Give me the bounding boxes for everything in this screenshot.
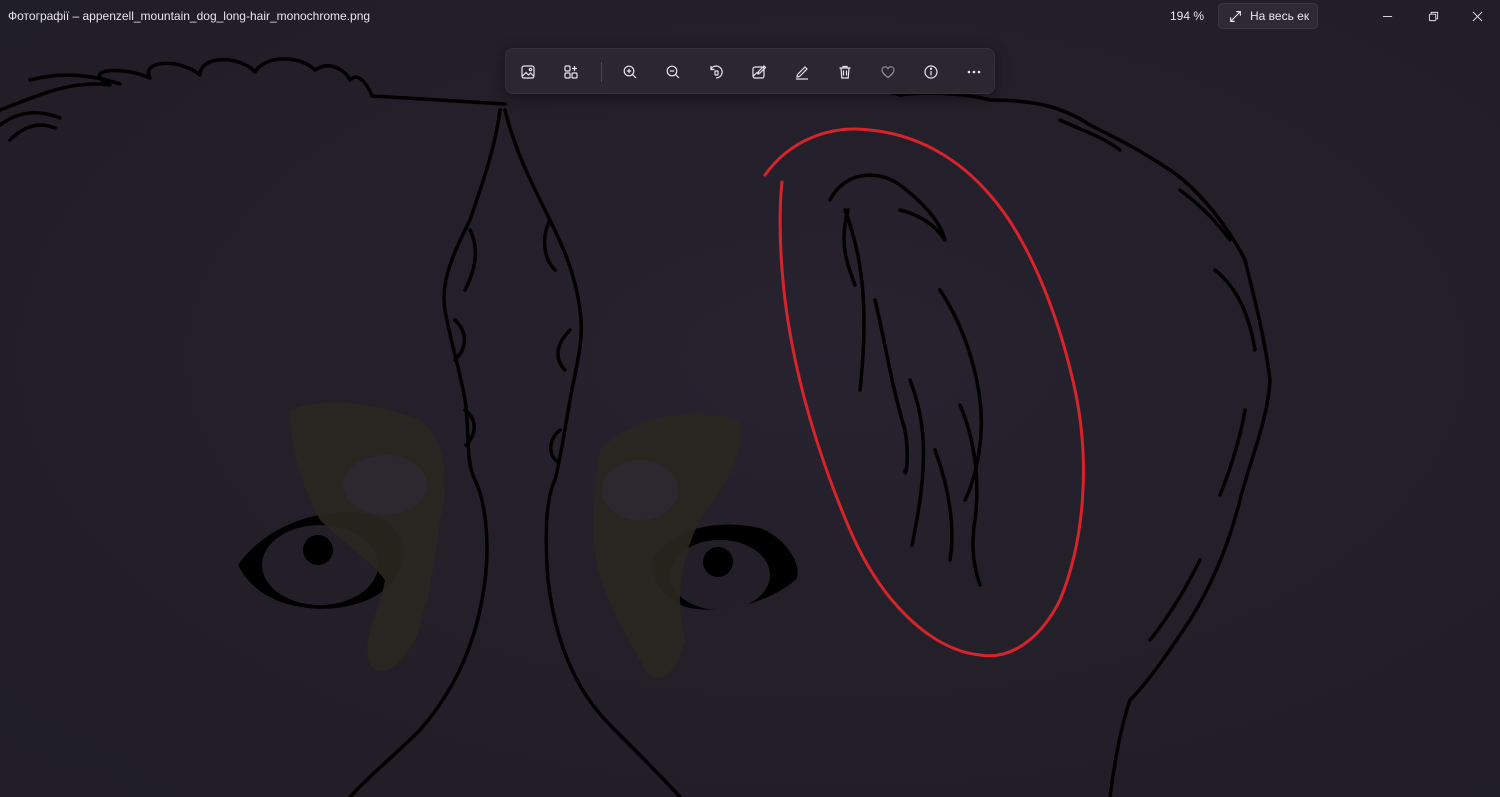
window-title: Фотографії – appenzell_mountain_dog_long… [8,9,371,23]
zoom-in-icon [623,65,637,79]
more-options-button[interactable] [958,56,990,88]
expand-icon [1230,10,1241,22]
restore-icon [1428,11,1438,21]
fullscreen-label: На весь ек [1250,9,1310,23]
zoom-out-button[interactable] [657,56,689,88]
more-icon [967,70,981,74]
add-to-album-button[interactable] [555,56,587,88]
image-canvas[interactable] [0,0,1500,797]
photos-app-window: Фотографії – appenzell_mountain_dog_long… [0,0,1500,797]
delete-button[interactable] [829,56,861,88]
zoom-out-icon [666,65,680,79]
zoom-in-button[interactable] [614,56,646,88]
draw-button[interactable] [786,56,818,88]
close-icon [1472,11,1482,21]
image-toolbar [505,48,995,94]
edit-image-icon [752,65,767,79]
image-icon [521,65,535,79]
toolbar-separator [601,62,602,82]
trash-icon [839,65,851,79]
minimize-icon [1382,15,1392,17]
zoom-level[interactable]: 194 % [1160,9,1204,23]
grid-add-icon [564,65,578,79]
fullscreen-button[interactable]: На весь ек [1218,3,1318,29]
minimize-button[interactable] [1364,0,1410,32]
dog-line-art [0,57,1272,797]
view-original-button[interactable] [512,56,544,88]
edit-image-button[interactable] [743,56,775,88]
info-icon [924,65,938,79]
rotate-icon [710,65,723,79]
favorite-button[interactable] [872,56,904,88]
rotate-button[interactable] [700,56,732,88]
heart-icon [881,66,895,79]
close-button[interactable] [1454,0,1500,32]
info-button[interactable] [915,56,947,88]
restore-button[interactable] [1410,0,1456,32]
title-bar: Фотографії – appenzell_mountain_dog_long… [0,0,1500,34]
pen-icon [796,66,808,80]
